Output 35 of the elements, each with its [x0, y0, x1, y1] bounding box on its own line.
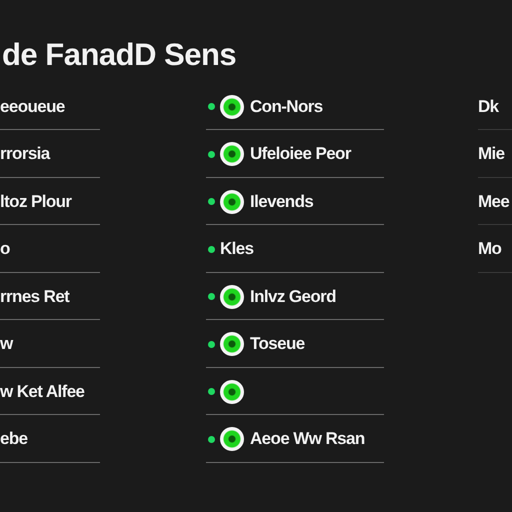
radio-button[interactable]: [220, 332, 244, 356]
status-dot: [208, 436, 215, 442]
option-label: Kles: [220, 239, 254, 259]
status-dot: [208, 246, 215, 252]
list-item[interactable]: o: [0, 239, 10, 259]
radio-button[interactable]: [220, 190, 244, 214]
radio-button[interactable]: [220, 427, 244, 451]
radio-button[interactable]: [220, 142, 244, 166]
option-label: Toseue: [250, 334, 305, 354]
radio-button[interactable]: [220, 380, 244, 404]
page-title: de FanadD Sens: [1, 36, 238, 74]
option-label: Inlvz Geord: [250, 286, 336, 306]
option-label: Ufeloiee Peor: [250, 144, 351, 164]
list-item[interactable]: ebe: [0, 429, 28, 449]
status-dot: [208, 293, 215, 300]
status-dot: [208, 103, 215, 110]
radio-button[interactable]: [220, 94, 244, 118]
list-item[interactable]: ltoz Plour: [0, 192, 72, 212]
list-item[interactable]: rrnes Ret: [0, 286, 70, 306]
list-item[interactable]: eeoueue: [0, 96, 65, 116]
status-dot: [208, 388, 215, 395]
radio-button[interactable]: [220, 284, 244, 308]
option-label: Aeoe Ww Rsan: [250, 429, 365, 449]
list-item[interactable]: Mie: [478, 144, 505, 164]
status-dot: [208, 340, 215, 348]
list-item[interactable]: rrorsia: [0, 144, 50, 164]
list-item[interactable]: Mee: [478, 192, 510, 212]
list-item[interactable]: Mo: [478, 239, 502, 259]
status-dot: [208, 150, 215, 158]
option-label: Ilevends: [250, 192, 314, 212]
option-label: Con-Nors: [250, 96, 323, 116]
list-item[interactable]: w Ket Alfee: [0, 382, 84, 402]
status-dot: [208, 198, 215, 205]
list-item[interactable]: Dk: [478, 96, 499, 116]
list-item[interactable]: w: [0, 334, 13, 354]
